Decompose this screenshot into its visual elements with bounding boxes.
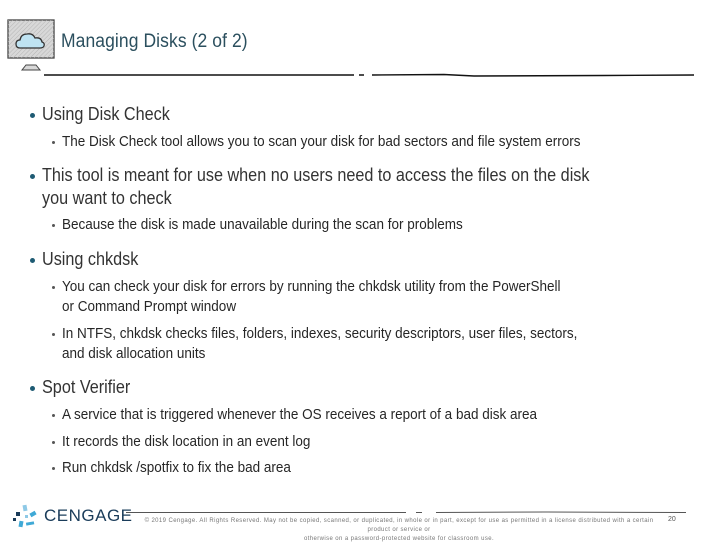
page-number: 20 — [668, 516, 676, 523]
bullet-dot — [30, 113, 35, 118]
bullet-dot — [52, 441, 55, 444]
bullet-dot — [52, 467, 55, 470]
bullet-dot — [30, 258, 35, 263]
bullet-dot — [30, 174, 35, 179]
slide-title: Managing Disks (2 of 2) — [61, 31, 248, 52]
bullet-dot — [52, 414, 55, 417]
logo-text: CENGAGE — [44, 506, 133, 525]
cengage-logo-mark-icon — [13, 504, 37, 528]
cengage-logo: CENGAGE — [12, 502, 132, 532]
monitor-cloud-icon — [7, 19, 55, 71]
bullet-dot — [52, 224, 55, 227]
slide: Managing Disks (2 of 2) Using Disk Check… — [0, 0, 720, 542]
title-underline — [44, 73, 695, 77]
footer-divider — [126, 511, 686, 513]
bullet-dot — [30, 386, 35, 391]
bullet-dot — [52, 141, 55, 144]
bullet-dot — [52, 333, 55, 336]
bullet-dot — [52, 286, 55, 289]
